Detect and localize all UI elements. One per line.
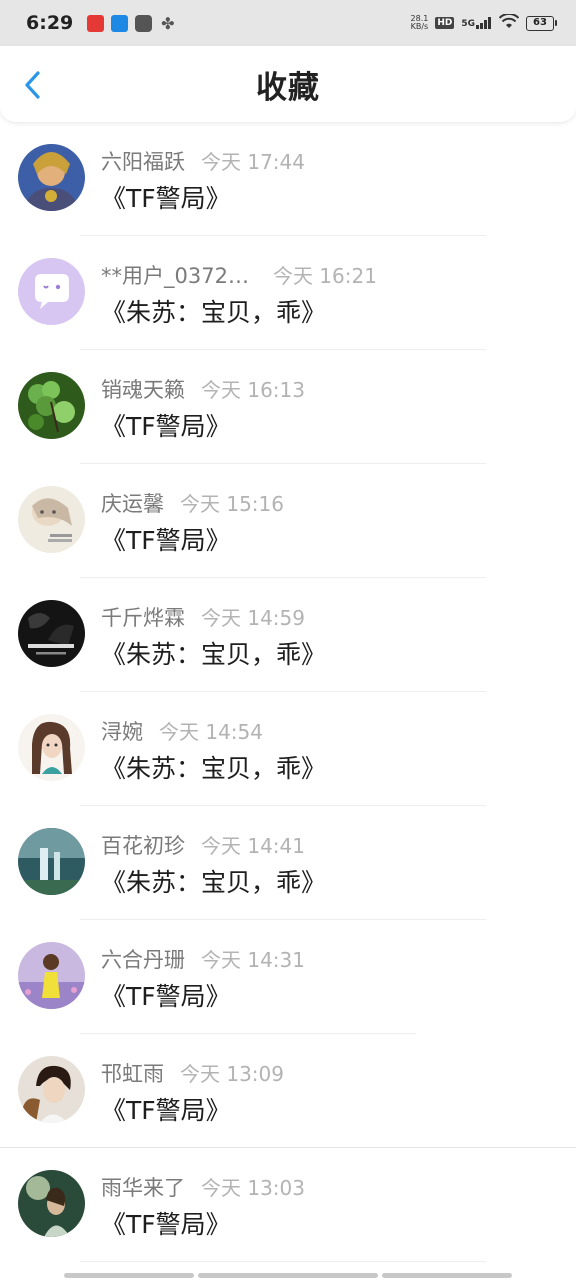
favorites-list: 六阳福跃 今天 17:44 《TF警局》 **用户_0372… 今天 16:21 《…: [0, 122, 576, 1262]
avatar[interactable]: [18, 144, 85, 211]
avatar[interactable]: [18, 714, 85, 781]
app-notification-icon: [87, 14, 105, 32]
nav-indicator: [64, 1273, 194, 1278]
username: 百花初珍: [101, 834, 185, 858]
nav-indicator: [382, 1273, 512, 1278]
list-item[interactable]: 六合丹珊 今天 14:31 《TF警局》: [0, 920, 576, 1034]
list-item[interactable]: 浔婉 今天 14:54 《朱苏：宝贝，乖》: [0, 692, 576, 806]
list-item[interactable]: **用户_0372… 今天 16:21 《朱苏：宝贝，乖》: [0, 236, 576, 350]
avatar[interactable]: [18, 600, 85, 667]
timestamp: 今天 15:16: [180, 492, 284, 516]
timestamp: 今天 16:21: [272, 264, 377, 288]
timestamp: 今天 16:13: [201, 378, 305, 402]
list-item[interactable]: 百花初珍 今天 14:41 《朱苏：宝贝，乖》: [0, 806, 576, 920]
avatar[interactable]: [18, 1170, 85, 1237]
book-title[interactable]: 《朱苏：宝贝，乖》: [101, 863, 326, 899]
username: 邗虹雨: [101, 1062, 164, 1086]
timestamp: 今天 14:59: [201, 606, 305, 630]
battery-icon: 63: [526, 15, 557, 31]
timestamp: 今天 17:44: [201, 150, 305, 174]
timestamp: 今天 13:03: [201, 1176, 305, 1200]
username: **用户_0372…: [101, 264, 249, 288]
wifi-icon: [498, 12, 520, 33]
app-notification-icon: [111, 14, 129, 32]
home-indicator[interactable]: [198, 1273, 378, 1278]
nav-bar: 收藏: [0, 46, 576, 122]
book-title[interactable]: 《TF警局》: [101, 407, 231, 443]
avatar[interactable]: [18, 1056, 85, 1123]
book-title[interactable]: 《朱苏：宝贝，乖》: [101, 635, 326, 671]
net-speed: 28.1 KB/s: [410, 14, 429, 31]
username: 雨华来了: [101, 1176, 185, 1200]
username: 六合丹珊: [101, 948, 185, 972]
list-item[interactable]: 销魂天籁 今天 16:13 《TF警局》: [0, 350, 576, 464]
book-title[interactable]: 《TF警局》: [101, 1091, 231, 1127]
fan-app-icon: ✤: [161, 13, 175, 33]
avatar[interactable]: [18, 372, 85, 439]
timestamp: 今天 14:54: [159, 720, 263, 744]
username: 千斤烨霖: [101, 606, 185, 630]
status-bar: 6:29 ✤ 28.1 KB/s HD 5G 63: [0, 0, 576, 46]
book-title[interactable]: 《TF警局》: [101, 179, 231, 215]
list-item[interactable]: 千斤烨霖 今天 14:59 《朱苏：宝贝，乖》: [0, 578, 576, 692]
username: 庆运馨: [101, 492, 164, 516]
video-app-icon: [135, 14, 153, 32]
avatar[interactable]: [18, 828, 85, 895]
timestamp: 今天 14:41: [201, 834, 305, 858]
list-item[interactable]: 雨华来了 今天 13:03 《TF警局》: [0, 1148, 576, 1262]
book-title[interactable]: 《朱苏：宝贝，乖》: [101, 749, 326, 785]
list-item[interactable]: 邗虹雨 今天 13:09 《TF警局》: [0, 1034, 576, 1148]
status-time: 6:29: [26, 12, 74, 34]
book-title[interactable]: 《TF警局》: [101, 1205, 231, 1241]
signal-icon: 5G: [461, 17, 492, 29]
username: 六阳福跃: [101, 150, 185, 174]
book-title[interactable]: 《TF警局》: [101, 977, 231, 1013]
username: 浔婉: [101, 720, 143, 744]
back-button[interactable]: [18, 68, 46, 102]
book-title[interactable]: 《朱苏：宝贝，乖》: [101, 293, 326, 329]
list-item[interactable]: 庆运馨 今天 15:16 《TF警局》: [0, 464, 576, 578]
hd-icon: HD: [435, 17, 455, 29]
timestamp: 今天 13:09: [180, 1062, 284, 1086]
avatar[interactable]: [18, 258, 85, 325]
chevron-left-icon: [25, 71, 40, 99]
divider: [80, 1261, 486, 1262]
book-title[interactable]: 《TF警局》: [101, 521, 231, 557]
timestamp: 今天 14:31: [201, 948, 305, 972]
avatar[interactable]: [18, 942, 85, 1009]
avatar[interactable]: [18, 486, 85, 553]
page-title: 收藏: [256, 69, 320, 106]
username: 销魂天籁: [101, 378, 185, 402]
list-item[interactable]: 六阳福跃 今天 17:44 《TF警局》: [0, 122, 576, 236]
